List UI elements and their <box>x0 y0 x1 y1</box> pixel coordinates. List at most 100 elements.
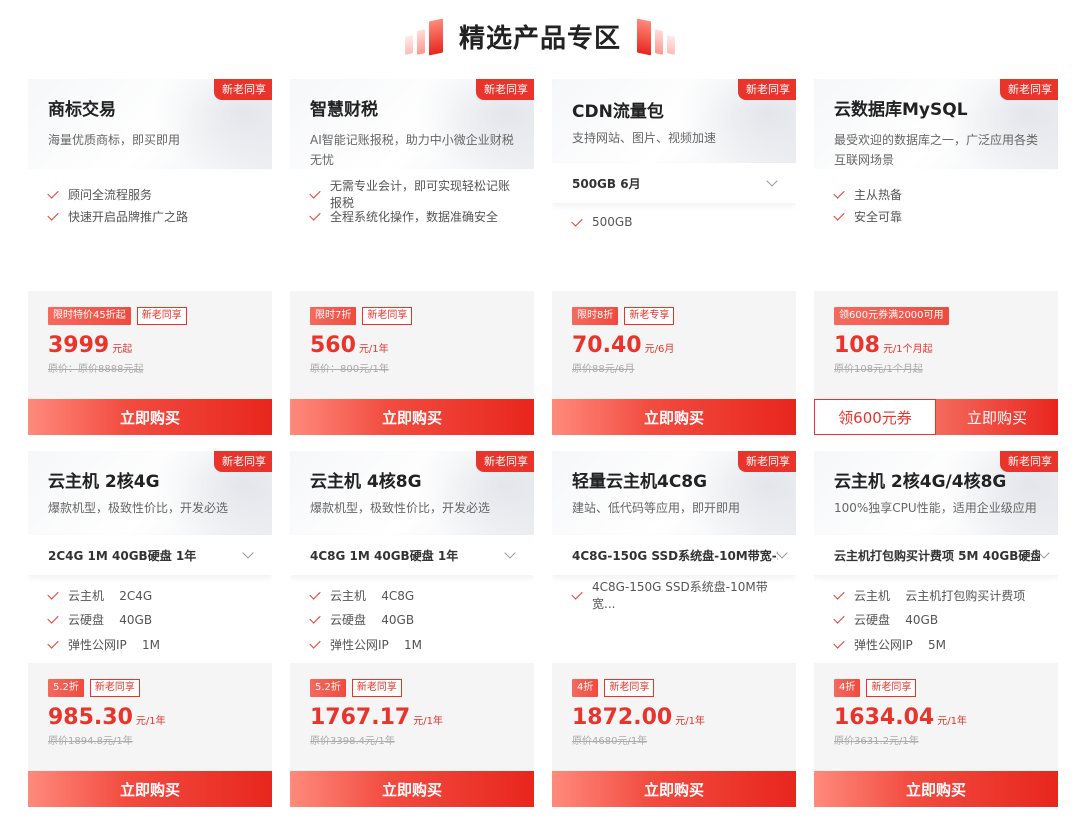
price-unit: 元/1年 <box>937 716 967 727</box>
feature-item: 无需专业会计，即可实现轻松记账报税 <box>309 179 514 210</box>
feature-item: 顾问全流程服务 <box>47 183 252 205</box>
check-icon <box>47 588 59 600</box>
card-desc: 爆款机型，极致性价比，开发必选 <box>48 501 229 515</box>
product-card-ecs-bundle: 新老同享 云主机 2核4G/4核8G 100%独享CPU性能，适用企业级应用 云… <box>814 451 1058 807</box>
price: 108 <box>834 333 880 358</box>
price-unit: 元/1年 <box>135 716 166 727</box>
check-icon <box>833 612 845 624</box>
feature-item: 主从热备 <box>833 183 1038 205</box>
card-desc: 爆款机型，极致性价比，开发必选 <box>310 501 491 515</box>
check-icon <box>833 186 845 199</box>
coupon-badge: 领600元券满2000可用 <box>834 307 949 325</box>
spec-dropdown[interactable]: 云主机打包购买计费项 5M 40GB硬盘 <box>814 535 1058 575</box>
price-unit: 元/1年 <box>413 716 443 727</box>
button-group: 领600元券 立即购买 <box>814 399 1058 435</box>
price: 1872.00 <box>572 705 673 730</box>
card-desc: AI智能记账报税，助力中小微企业财税无忧 <box>310 133 514 167</box>
promo-badge: 新老同享 <box>136 307 187 325</box>
price-unit: 元起 <box>112 344 133 355</box>
card-desc: 建站、低代码等应用，即开即用 <box>572 501 741 515</box>
feature-list: 云主机 2C4G 云硬盘 40GB 弹性公网IP 1M <box>28 575 272 657</box>
corner-tag: 新老同享 <box>1000 79 1058 100</box>
feature-list: 无需专业会计，即可实现轻松记账报税 全程系统化操作，数据准确安全 <box>290 169 534 227</box>
original-price: 原价4680元/1年 <box>572 736 648 747</box>
spec-dropdown[interactable]: 4C8G 1M 40GB硬盘 1年 <box>290 535 534 575</box>
corner-tag: 新老同享 <box>476 451 534 472</box>
buy-button[interactable]: 立即购买 <box>28 399 272 435</box>
feature-list: 云主机 4C8G 云硬盘 40GB 弹性公网IP 1M <box>290 575 534 657</box>
product-card-mysql: 新老同享 云数据库MySQL 最受欢迎的数据库之一，广泛应用各类互联网场景 主从… <box>814 79 1058 435</box>
original-price: 原价3398.4元/1年 <box>310 736 395 747</box>
check-icon <box>309 186 321 199</box>
buy-button[interactable]: 立即购买 <box>290 771 534 807</box>
check-icon <box>309 612 321 624</box>
product-card-ecs-2c4g: 新老同享 云主机 2核4G 爆款机型，极致性价比，开发必选 2C4G 1M 40… <box>28 451 272 807</box>
feature-item: 4C8G-150G SSD系统盘-10M带宽... <box>571 580 776 611</box>
check-icon <box>309 637 321 649</box>
price-box: 限时特价45折起 新老同享 3999 元起 原价：原价8888元起 <box>28 291 272 399</box>
original-price: 原价108元/1个月起 <box>834 364 923 375</box>
discount-badge: 5.2折 <box>310 679 346 697</box>
spec-dropdown[interactable]: 2C4G 1M 40GB硬盘 1年 <box>28 535 272 575</box>
feature-list: 4C8G-150G SSD系统盘-10M带宽... <box>552 575 796 611</box>
buy-button[interactable]: 立即购买 <box>936 399 1058 435</box>
buy-button[interactable]: 立即购买 <box>28 771 272 807</box>
check-icon <box>47 186 59 199</box>
right-decoration-icon <box>637 18 675 56</box>
price-unit: 元/1个月起 <box>882 344 933 355</box>
card-title: CDN流量包 <box>572 102 664 122</box>
spec-dropdown[interactable]: 4C8G-150G SSD系统盘-10M带宽-22 <box>552 535 796 575</box>
price: 1767.17 <box>310 705 411 730</box>
price: 3999 <box>48 333 110 358</box>
discount-badge: 限时8折 <box>572 307 619 325</box>
corner-tag: 新老同享 <box>738 451 796 472</box>
price: 560 <box>310 333 356 358</box>
buy-button[interactable]: 立即购买 <box>814 771 1058 807</box>
discount-badge: 5.2折 <box>48 679 84 697</box>
feature-item: 云主机 4C8G <box>309 583 514 608</box>
price-unit: 元/1年 <box>358 344 389 355</box>
get-coupon-button[interactable]: 领600元券 <box>814 399 936 435</box>
discount-badge: 4折 <box>572 679 599 697</box>
product-card-trademark: 新老同享 商标交易 海量优质商标，即买即用 顾问全流程服务 快速开启品牌推广之路… <box>28 79 272 435</box>
promo-badge: 新老同享 <box>351 679 402 697</box>
chevron-down-icon <box>242 547 254 559</box>
original-price: 原价：原价8888元起 <box>48 364 144 375</box>
feature-item: 安全可靠 <box>833 205 1038 227</box>
card-desc: 海量优质商标，即买即用 <box>48 133 181 147</box>
feature-item: 云硬盘 40GB <box>309 608 514 633</box>
promo-badge: 新老同享 <box>89 679 140 697</box>
price-box: 4折 新老同享 1872.00 元/1年 原价4680元/1年 <box>552 663 796 771</box>
price: 1634.04 <box>834 705 935 730</box>
discount-badge: 限时特价45折起 <box>48 307 131 325</box>
buy-button[interactable]: 立即购买 <box>552 399 796 435</box>
promo-badge: 新老专享 <box>624 307 675 325</box>
spec-dropdown[interactable]: 500GB 6月 <box>552 163 796 203</box>
check-icon <box>47 208 59 221</box>
check-icon <box>309 208 321 221</box>
feature-item: 云主机 2C4G <box>47 583 252 608</box>
price-box: 4折 新老同享 1634.04 元/1年 原价3631.2元/1年 <box>814 663 1058 771</box>
price-box: 限时7折 新老同享 560 元/1年 原价：800元/1年 <box>290 291 534 399</box>
original-price: 原价3631.2元/1年 <box>834 736 919 747</box>
chevron-down-icon <box>504 547 516 559</box>
price: 985.30 <box>48 705 133 730</box>
buy-button[interactable]: 立即购买 <box>290 399 534 435</box>
feature-list: 500GB <box>552 203 796 233</box>
price-box: 5.2折 新老同享 985.30 元/1年 原价1894.8元/1年 <box>28 663 272 771</box>
card-desc: 最受欢迎的数据库之一，广泛应用各类互联网场景 <box>834 133 1039 167</box>
price-unit: 元/1年 <box>675 716 705 727</box>
check-icon <box>833 588 845 600</box>
chevron-down-icon <box>1038 547 1050 559</box>
promo-badge: 新老同享 <box>362 307 413 325</box>
card-desc: 100%独享CPU性能，适用企业级应用 <box>834 501 1037 515</box>
corner-tag: 新老同享 <box>214 451 272 472</box>
corner-tag: 新老同享 <box>1000 451 1058 472</box>
price-box: 领600元券满2000可用 108 元/1个月起 原价108元/1个月起 <box>814 291 1058 399</box>
feature-list: 主从热备 安全可靠 <box>814 169 1058 227</box>
chevron-down-icon <box>766 175 778 187</box>
buy-button[interactable]: 立即购买 <box>552 771 796 807</box>
feature-item: 500GB <box>571 211 776 233</box>
section-header: 精选产品专区 <box>0 0 1080 72</box>
original-price: 原价1894.8元/1年 <box>48 736 133 747</box>
